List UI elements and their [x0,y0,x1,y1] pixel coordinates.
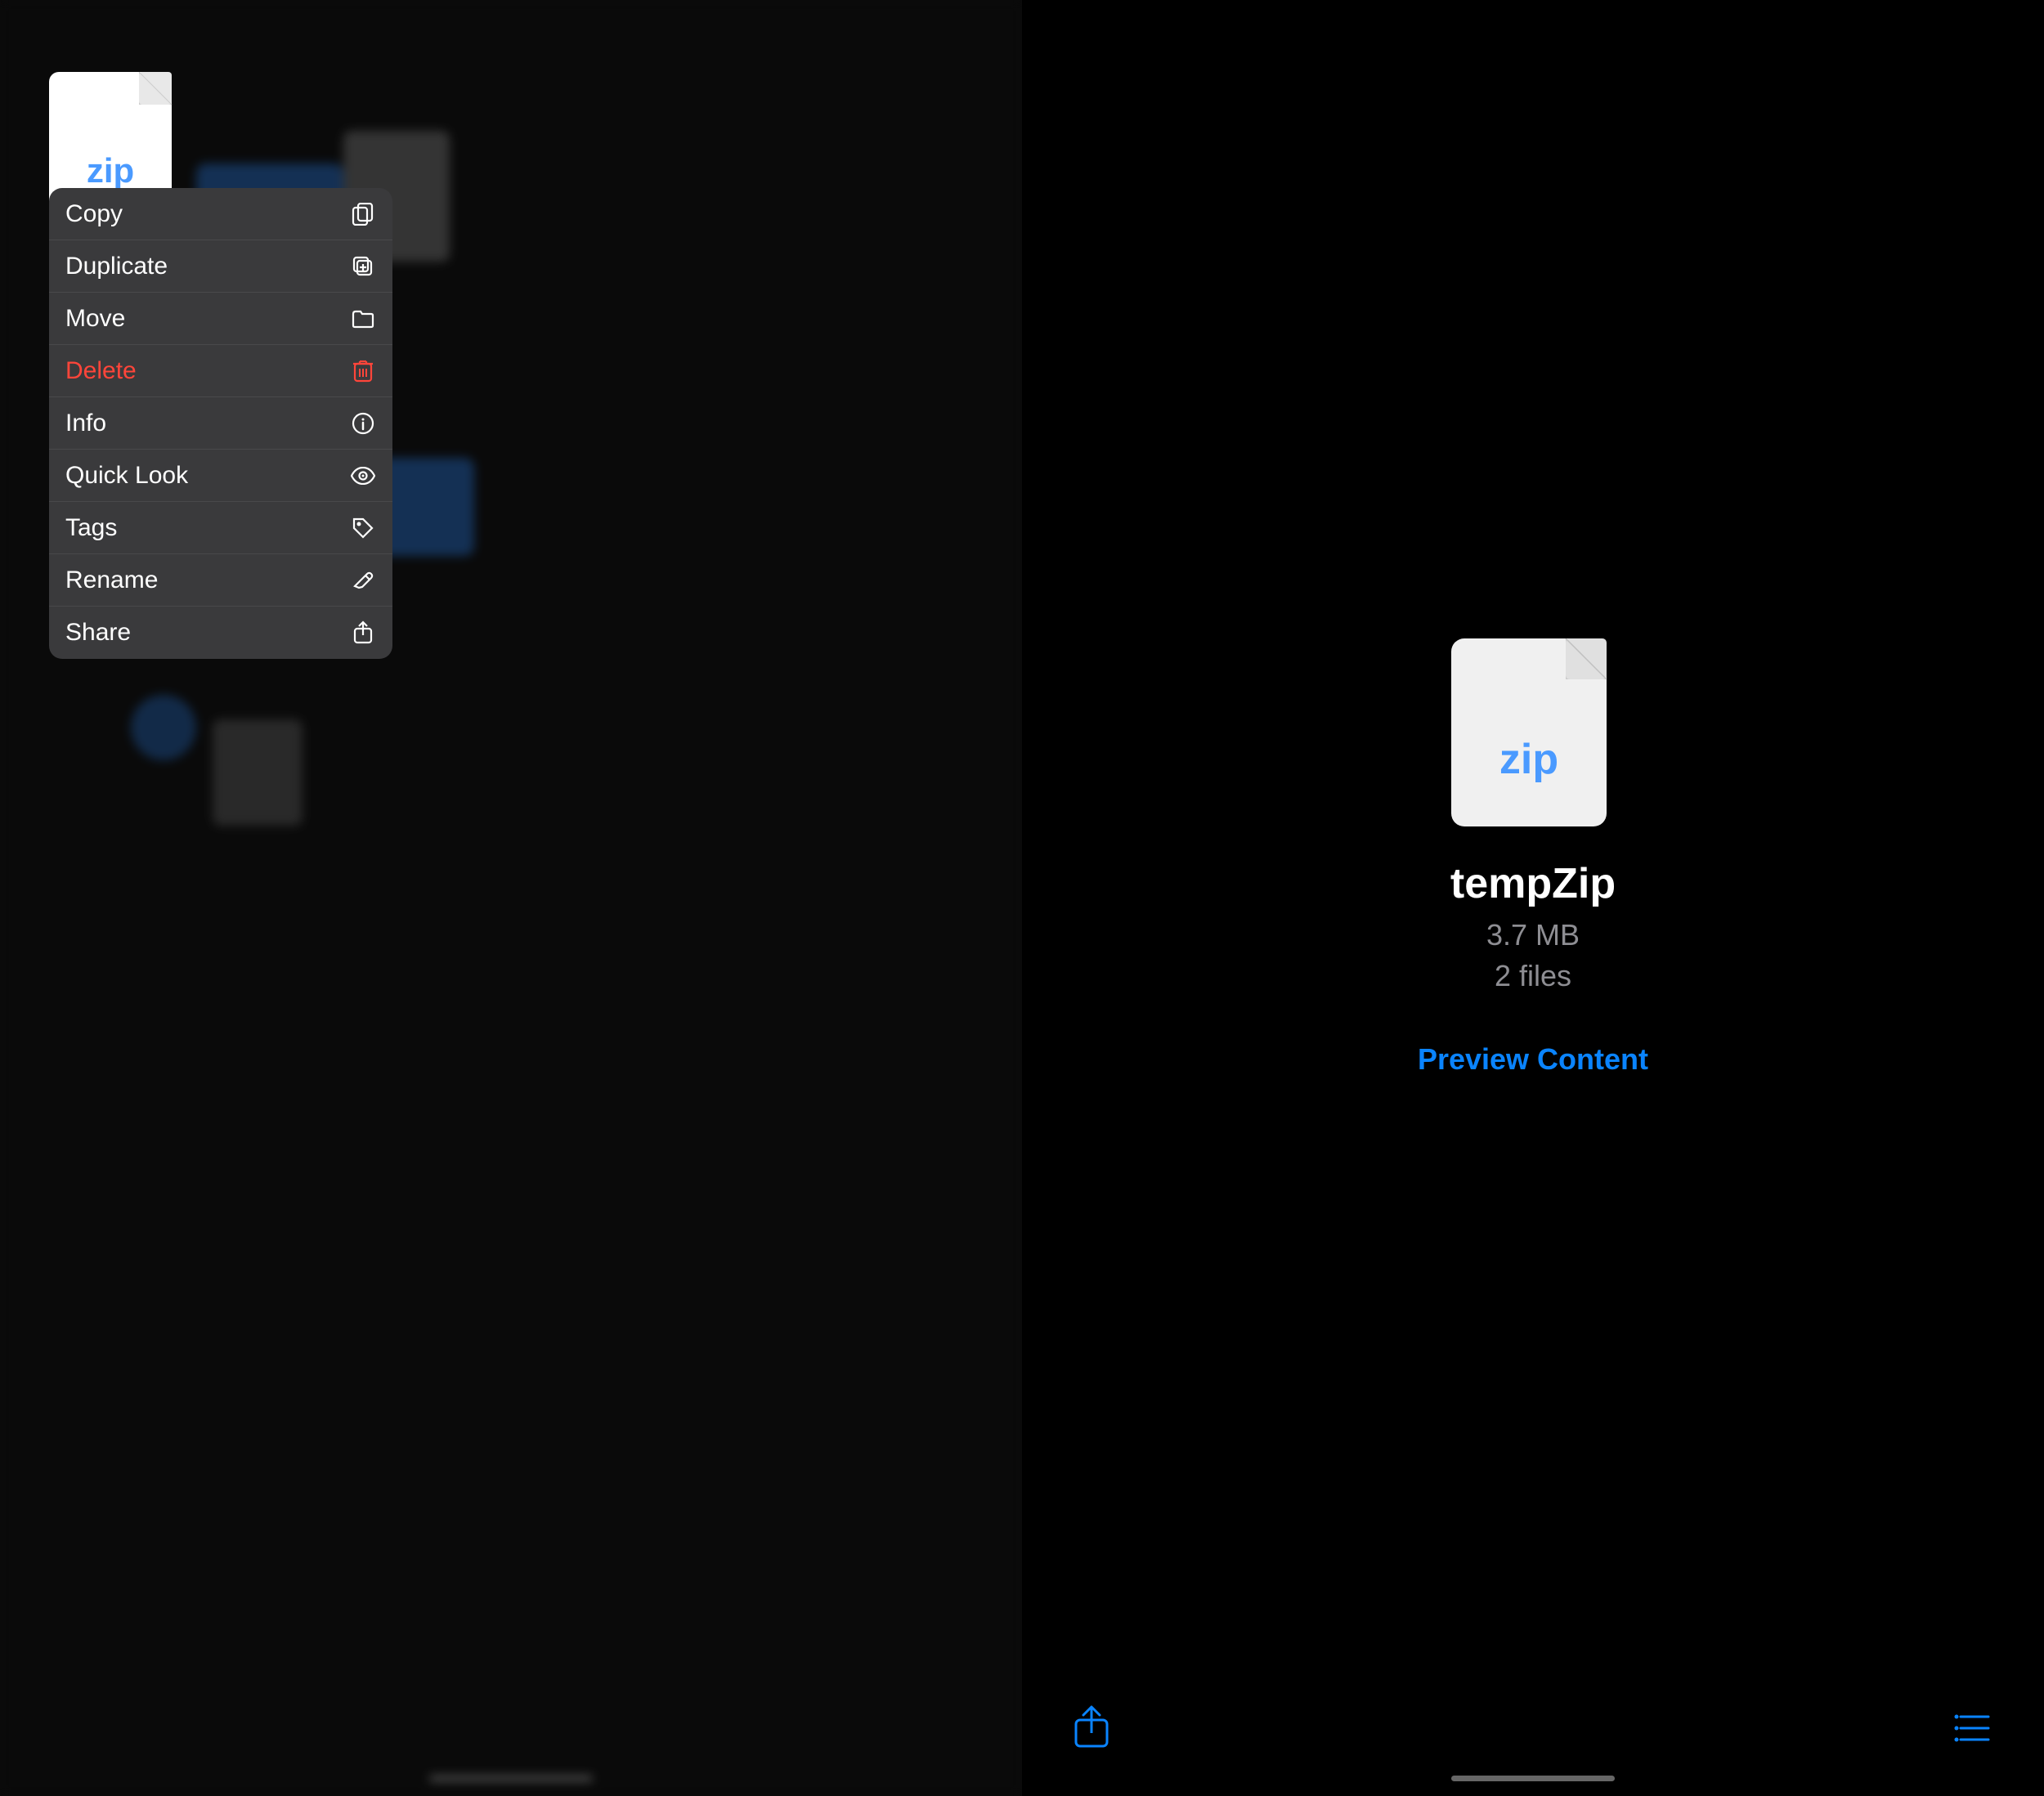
share-toolbar-icon[interactable] [1071,1705,1112,1755]
menu-item-rename[interactable]: Rename [49,554,392,607]
svg-text:zip: zip [1499,736,1558,783]
file-size: 3.7 MB [1486,918,1580,952]
pencil-icon [350,567,376,593]
menu-item-quick-look[interactable]: Quick Look [49,450,392,502]
left-panel: zip Copy Duplicate [0,0,1022,1796]
tags-label: Tags [65,514,117,542]
quick-look-label: Quick Look [65,462,188,490]
menu-item-share[interactable]: Share [49,607,392,659]
menu-item-delete[interactable]: Delete [49,345,392,397]
menu-item-copy[interactable]: Copy [49,188,392,240]
copy-icon [350,201,376,227]
menu-item-move[interactable]: Move [49,293,392,345]
folder-icon [350,306,376,332]
svg-text:zip: zip [87,151,134,190]
duplicate-icon [350,253,376,280]
right-toolbar [1022,1705,2044,1755]
info-label: Info [65,410,106,437]
share-label: Share [65,619,131,647]
info-icon [350,410,376,437]
trash-icon [350,358,376,384]
move-label: Move [65,305,125,333]
share-icon [350,620,376,646]
file-count: 2 files [1495,959,1571,993]
tag-icon [350,515,376,541]
delete-label: Delete [65,357,137,385]
copy-label: Copy [65,200,123,228]
eye-icon [350,463,376,489]
list-toolbar-icon[interactable] [1954,1710,1995,1750]
duplicate-label: Duplicate [65,253,168,280]
menu-item-info[interactable]: Info [49,397,392,450]
preview-content-button[interactable]: Preview Content [1418,1042,1648,1077]
right-panel: zip tempZip 3.7 MB 2 files Preview Conte… [1022,0,2044,1796]
menu-item-tags[interactable]: Tags [49,502,392,554]
menu-item-duplicate[interactable]: Duplicate [49,240,392,293]
zip-file-right: zip [1451,638,1615,835]
context-menu: Copy Duplicate Move [49,188,392,659]
home-indicator-right [1451,1776,1615,1781]
rename-label: Rename [65,567,158,594]
file-name: tempZip [1450,859,1616,908]
right-content: zip tempZip 3.7 MB 2 files Preview Conte… [1418,0,1648,1796]
